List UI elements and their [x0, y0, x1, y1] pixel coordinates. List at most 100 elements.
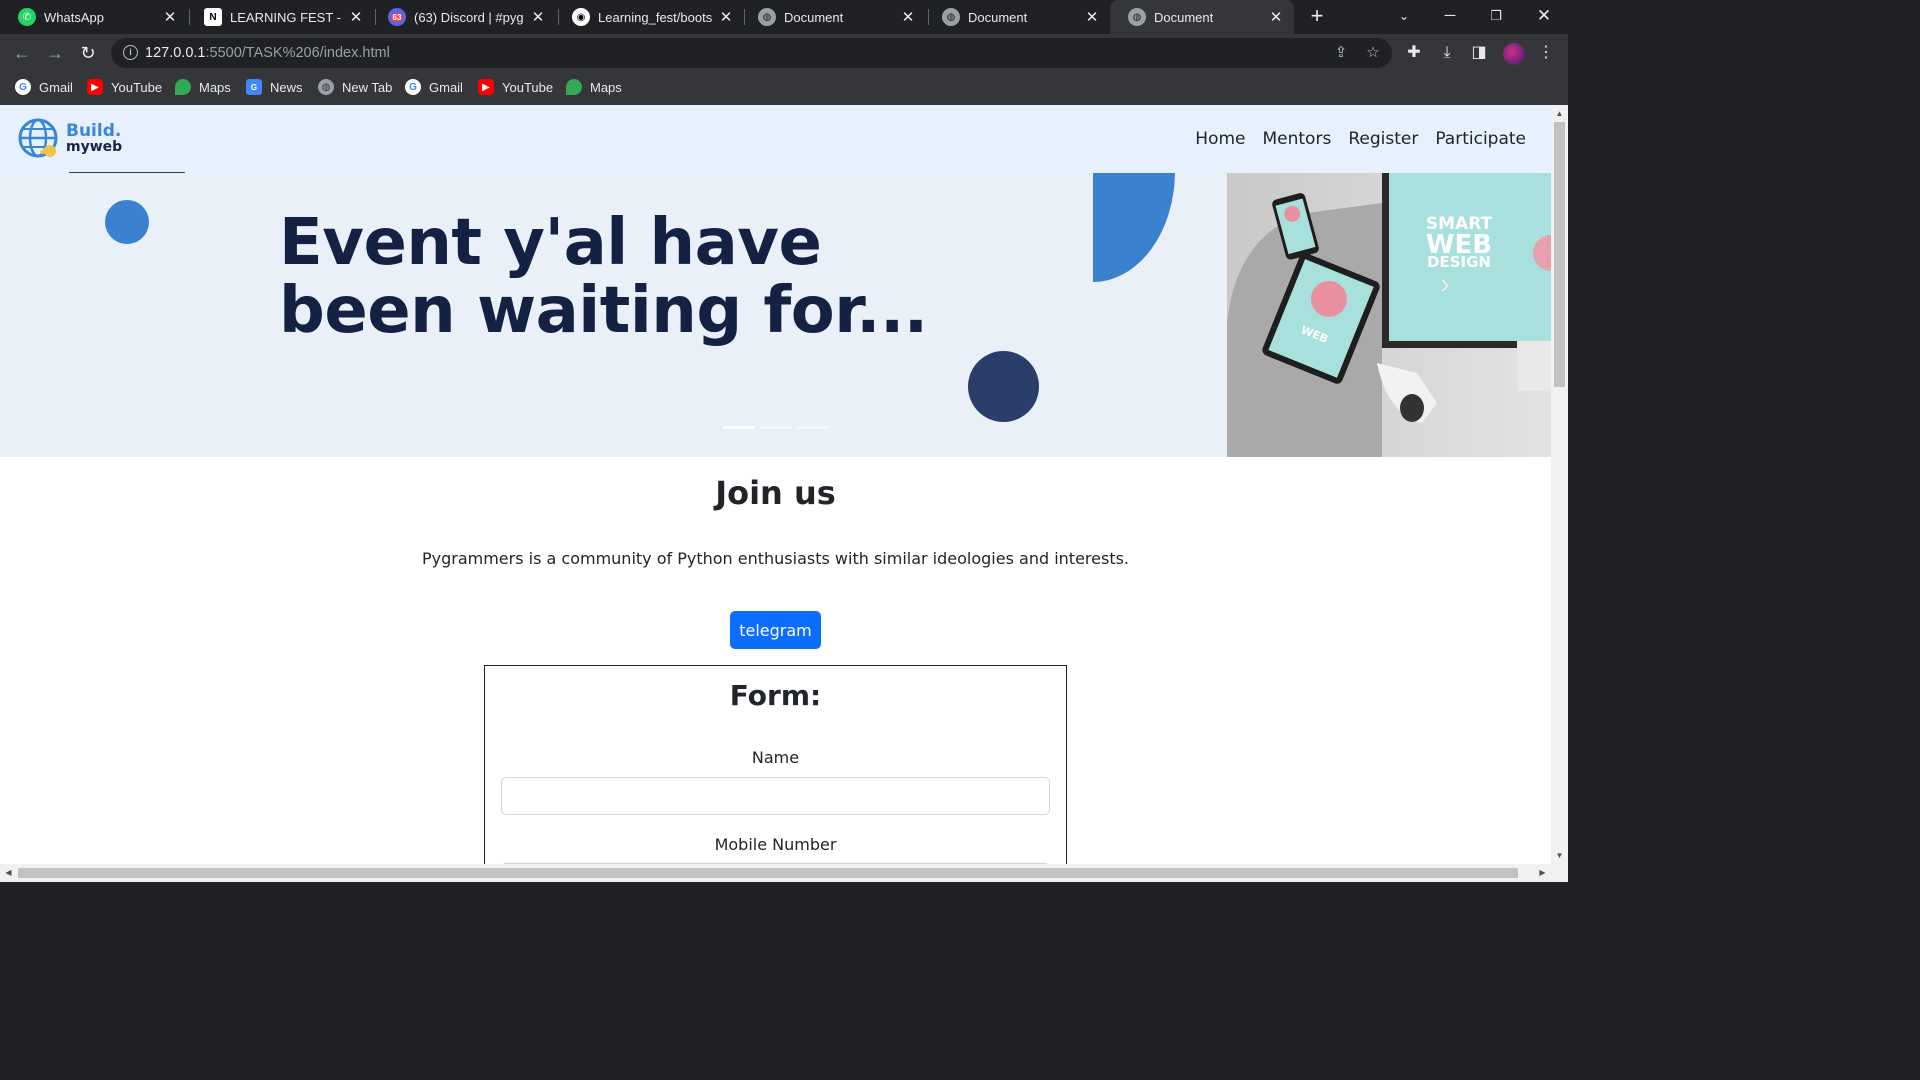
carousel-prev-icon[interactable]: ‹ — [92, 268, 116, 299]
logo-line-2: myweb — [66, 139, 123, 155]
decor-circle-blue — [105, 200, 149, 244]
nav-register-link[interactable]: Register — [1348, 129, 1418, 149]
google-icon: G — [405, 79, 421, 95]
telegram-button[interactable]: telegram — [730, 611, 821, 649]
horizontal-scroll-thumb[interactable] — [18, 868, 1518, 878]
close-icon[interactable]: ✕ — [900, 8, 916, 26]
carousel-indicators — [723, 426, 829, 429]
close-window-button[interactable]: ✕ — [1521, 0, 1567, 34]
whatsapp-icon: ✆ — [18, 8, 36, 26]
decor-circle-navy — [968, 351, 1039, 422]
close-icon[interactable]: ✕ — [1084, 8, 1100, 26]
tab-title: Document — [968, 9, 1028, 25]
nav-participate-link[interactable]: Participate — [1435, 129, 1526, 149]
bookmarks-bar: G Gmail ▶ YouTube Maps G News ◍ New Tab … — [0, 72, 1568, 105]
github-icon: ◉ — [572, 8, 590, 26]
bookmark-label: Gmail — [429, 79, 463, 95]
extensions-icon[interactable]: ✚ — [1404, 43, 1424, 63]
site-info-icon[interactable]: i — [123, 45, 138, 60]
hero-title: Event y'al have been waiting for... — [279, 206, 928, 348]
scroll-right-icon[interactable]: ▶ — [1534, 864, 1551, 882]
scroll-down-icon[interactable]: ▼ — [1551, 847, 1568, 864]
address-url[interactable]: 127.0.0.1:5500/TASK%206/index.html — [145, 45, 390, 61]
bookmark-label: Maps — [590, 79, 622, 95]
forward-icon[interactable]: → — [43, 41, 67, 65]
close-icon[interactable]: ✕ — [530, 8, 546, 26]
nav-mentors-link[interactable]: Mentors — [1262, 129, 1331, 149]
url-path: :5500/TASK%206/index.html — [205, 45, 390, 61]
bookmark-gmail-2[interactable]: G Gmail — [405, 79, 463, 95]
carousel-next-icon[interactable]: › — [1433, 268, 1457, 299]
tab-learning-fest[interactable]: N LEARNING FEST - WE ✕ — [186, 0, 374, 34]
scroll-up-icon[interactable]: ▲ — [1551, 105, 1568, 122]
reload-icon[interactable]: ↻ — [76, 41, 100, 65]
discord-badge: 63 — [390, 12, 404, 22]
share-icon[interactable]: ⇪ — [1332, 44, 1350, 62]
tab-title: LEARNING FEST - WE — [230, 9, 342, 25]
maps-icon — [566, 79, 582, 95]
name-label: Name — [751, 748, 800, 767]
tab-strip: ✆ WhatsApp ✕ N LEARNING FEST - WE ✕ 63 (… — [0, 0, 1568, 34]
carousel-indicator-3[interactable] — [797, 426, 829, 429]
close-icon[interactable]: ✕ — [718, 8, 734, 26]
menu-icon[interactable]: ⋮ — [1536, 43, 1556, 63]
tab-document-1[interactable]: ◍ Document ✕ — [740, 0, 926, 34]
form-title: Form: — [729, 679, 822, 712]
mobile-number-label: Mobile Number — [714, 835, 837, 854]
tab-document-2[interactable]: ◍ Document ✕ — [924, 0, 1110, 34]
restore-button[interactable]: ❐ — [1473, 0, 1519, 34]
tab-github[interactable]: ◉ Learning_fest/bootst ✕ — [554, 0, 744, 34]
browser-toolbar: ← → ↻ i 127.0.0.1:5500/TASK%206/index.ht… — [0, 34, 1568, 72]
scroll-left-icon[interactable]: ◀ — [0, 864, 17, 882]
nav-links: Home Mentors Register Participate — [1195, 129, 1526, 149]
bookmark-label: New Tab — [342, 79, 393, 95]
tab-whatsapp[interactable]: ✆ WhatsApp ✕ — [0, 0, 188, 34]
bookmark-news[interactable]: G News — [246, 79, 303, 95]
globe-icon: ◍ — [942, 8, 960, 26]
globe-icon: ◍ — [318, 79, 334, 95]
globe-icon: ◍ — [758, 8, 776, 26]
tab-title: Document — [1154, 9, 1214, 25]
registration-form: Form: Name Mobile Number — [484, 665, 1067, 864]
close-icon[interactable]: ✕ — [348, 8, 364, 26]
address-bar[interactable]: i 127.0.0.1:5500/TASK%206/index.html ⇪ ☆ — [111, 38, 1392, 68]
youtube-icon: ▶ — [478, 79, 494, 95]
minimize-button[interactable]: ─ — [1427, 0, 1473, 34]
profile-avatar[interactable] — [1503, 43, 1525, 65]
horizontal-scrollbar[interactable]: ◀ ▶ — [0, 864, 1568, 882]
site-logo[interactable]: Build. myweb — [16, 118, 122, 160]
close-icon[interactable]: ✕ — [162, 8, 178, 26]
close-icon[interactable]: ✕ — [1268, 8, 1284, 26]
bookmark-youtube-2[interactable]: ▶ YouTube — [478, 79, 553, 95]
notion-icon: N — [204, 8, 222, 26]
bookmark-new-tab[interactable]: ◍ New Tab — [318, 79, 392, 95]
page-viewport: Build. myweb Home Mentors Register Parti… — [0, 105, 1551, 864]
bookmark-gmail[interactable]: G Gmail — [15, 79, 73, 95]
bookmark-label: YouTube — [111, 79, 163, 95]
vertical-scrollbar[interactable]: ▲ ▼ — [1551, 105, 1568, 864]
nav-home-link[interactable]: Home — [1195, 129, 1245, 149]
tab-document-active[interactable]: ◍ Document ✕ — [1110, 0, 1294, 34]
join-title: Join us — [715, 474, 836, 512]
back-icon[interactable]: ← — [10, 41, 34, 65]
hero-carousel[interactable]: Event y'al have been waiting for... ‹ SM… — [0, 173, 1551, 457]
bookmark-star-icon[interactable]: ☆ — [1364, 44, 1382, 62]
tab-title: Document — [784, 9, 844, 25]
side-panel-icon[interactable]: ◨ — [1469, 43, 1489, 63]
bookmark-label: News — [270, 79, 303, 95]
tab-search-icon[interactable]: ⌄ — [1381, 0, 1427, 34]
bookmark-maps[interactable]: Maps — [175, 79, 231, 95]
bookmark-maps-2[interactable]: Maps — [566, 79, 622, 95]
new-tab-button[interactable]: + — [1305, 4, 1329, 28]
download-icon[interactable]: ⤓ — [1437, 43, 1457, 63]
carousel-indicator-1[interactable] — [723, 426, 755, 429]
vertical-scroll-thumb[interactable] — [1554, 122, 1565, 387]
name-input[interactable] — [501, 777, 1050, 815]
decor-quarter-shape — [1093, 173, 1175, 282]
carousel-indicator-2[interactable] — [760, 426, 792, 429]
tab-title: (63) Discord | #pygra — [414, 9, 524, 25]
tab-title: WhatsApp — [44, 9, 104, 25]
tab-discord[interactable]: 63 (63) Discord | #pygra ✕ — [370, 0, 556, 34]
bookmark-youtube[interactable]: ▶ YouTube — [87, 79, 162, 95]
url-host: 127.0.0.1 — [145, 45, 206, 61]
